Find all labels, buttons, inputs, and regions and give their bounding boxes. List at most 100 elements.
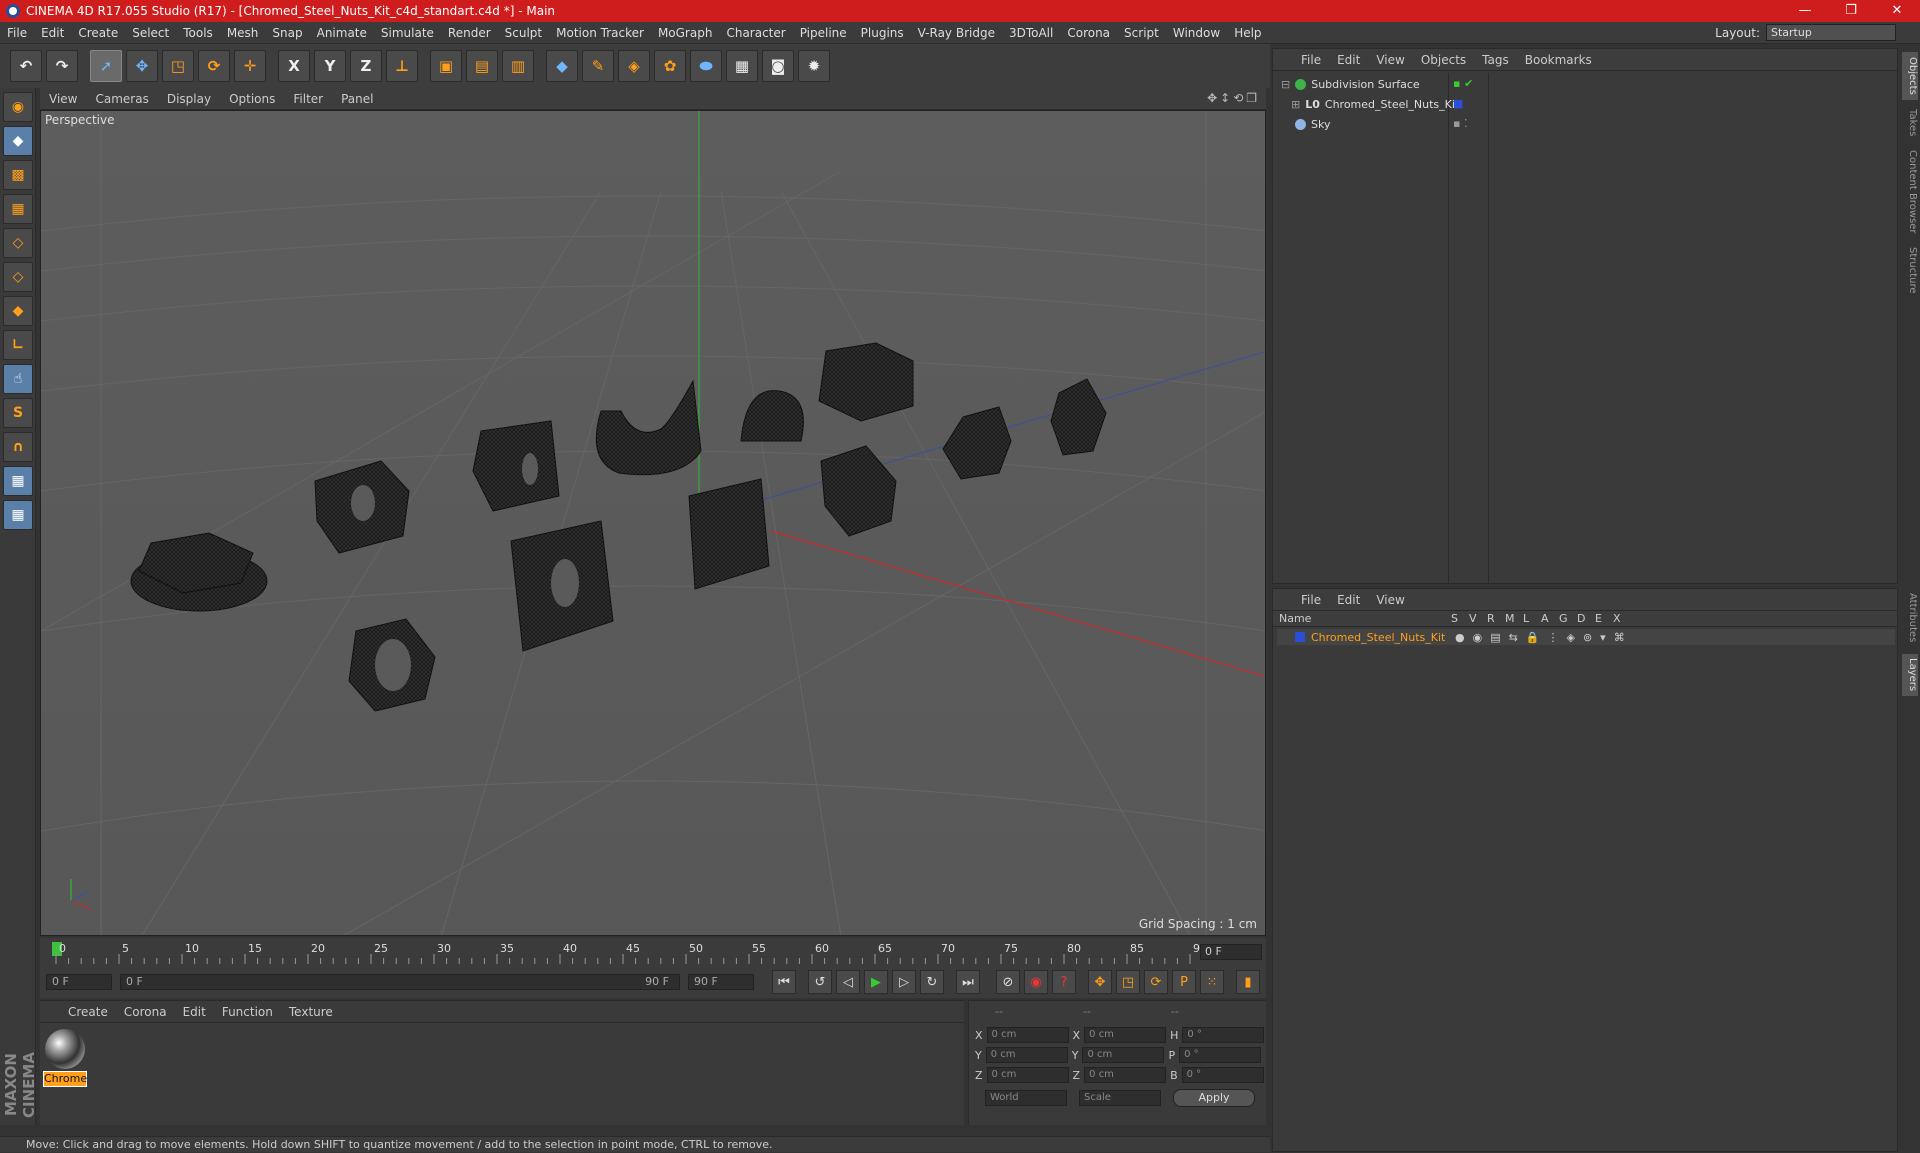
layers-menu-view[interactable]: View <box>1368 593 1412 607</box>
select-tool-button[interactable]: ➚ <box>90 50 122 82</box>
objects-menu-view[interactable]: View <box>1368 53 1412 67</box>
size-z-field[interactable]: 0 cm <box>1084 1067 1167 1083</box>
tab-attributes[interactable]: Attributes <box>1902 588 1918 648</box>
previous-frame-icon[interactable]: ◁ <box>836 970 860 994</box>
points-mode-icon[interactable]: ◇ <box>3 228 33 258</box>
light-icon[interactable]: ✹ <box>798 50 830 82</box>
edges-mode-icon[interactable]: ◇ <box>3 262 33 292</box>
go-to-end-icon[interactable]: ⏭ <box>956 970 980 994</box>
tab-objects[interactable]: Objects <box>1902 52 1918 100</box>
timeline-ruler[interactable]: 0 5 10 15 20 25 30 35 40 45 50 55 60 65 70 75 80 85 90 0 F <box>40 938 1266 966</box>
y-axis-button[interactable]: Y <box>314 50 346 82</box>
material-menu-function[interactable]: Function <box>214 1005 281 1019</box>
menu-mograph[interactable]: MoGraph <box>651 26 720 40</box>
menu-window[interactable]: Window <box>1166 26 1227 40</box>
key-pla-icon[interactable]: ⁙ <box>1200 970 1224 994</box>
tab-content-browser[interactable]: Content Browser <box>1902 146 1918 238</box>
viewport-navigation-icons[interactable]: ✥↕⟲❐ <box>1207 91 1260 105</box>
close-button[interactable]: ✕ <box>1874 0 1920 22</box>
rotation-b-field[interactable]: 0 ° <box>1181 1067 1264 1083</box>
layer-color-swatch[interactable] <box>1295 632 1305 642</box>
viewport-menu-options[interactable]: Options <box>220 92 284 106</box>
menu-vray-bridge[interactable]: V-Ray Bridge <box>911 26 1002 40</box>
size-x-field[interactable]: 0 cm <box>1084 1027 1167 1043</box>
snap-magnet-icon[interactable]: ∩ <box>3 432 33 462</box>
tweak-mode-icon[interactable]: ☝ <box>3 364 33 394</box>
rotation-h-field[interactable]: 0 ° <box>1182 1027 1265 1043</box>
layers-menu-file[interactable]: File <box>1293 593 1329 607</box>
menu-help[interactable]: Help <box>1227 26 1268 40</box>
apply-button[interactable]: Apply <box>1173 1089 1255 1107</box>
viewport-menu-display[interactable]: Display <box>158 92 220 106</box>
key-scale-icon[interactable]: ◳ <box>1116 970 1140 994</box>
pen-spline-icon[interactable]: ✎ <box>582 50 614 82</box>
solo-icon[interactable]: S <box>3 398 33 428</box>
material-menu-create[interactable]: Create <box>60 1005 116 1019</box>
z-axis-button[interactable]: Z <box>350 50 382 82</box>
undo-button[interactable]: ↶ <box>10 50 42 82</box>
key-parameter-icon[interactable]: P <box>1172 970 1196 994</box>
size-y-field[interactable]: 0 cm <box>1082 1047 1165 1063</box>
camera-icon[interactable]: ◙ <box>762 50 794 82</box>
render-view-icon[interactable]: ▣ <box>430 50 462 82</box>
position-z-field[interactable]: 0 cm <box>986 1067 1069 1083</box>
timeline-window-icon[interactable]: ▮ <box>1236 970 1260 994</box>
minimize-button[interactable]: — <box>1782 0 1828 22</box>
end-frame-field[interactable]: 90 F <box>688 974 754 990</box>
rotation-p-field[interactable]: 0 ° <box>1179 1047 1262 1063</box>
layer-row[interactable]: Chromed_Steel_Nuts_Kit ●◉▤⇆🔒⋮◈⊚▾⌘ <box>1277 629 1895 645</box>
render-settings-icon[interactable]: ▥ <box>502 50 534 82</box>
lock-workplane-icon[interactable]: ▦ <box>3 466 33 496</box>
start-frame-field[interactable]: 0 F <box>46 974 112 990</box>
move-tool-button[interactable]: ✥ <box>126 50 158 82</box>
tab-takes[interactable]: Takes <box>1902 106 1918 140</box>
model-mode-icon[interactable]: ◆ <box>3 126 33 156</box>
go-to-start-icon[interactable]: ⏮ <box>772 970 796 994</box>
coordinate-system-button[interactable]: ⊥ <box>386 50 418 82</box>
material-menu-edit[interactable]: Edit <box>175 1005 214 1019</box>
menu-3dtoall[interactable]: 3DToAll <box>1002 26 1060 40</box>
tab-layers[interactable]: Layers <box>1902 654 1918 696</box>
menu-motion-tracker[interactable]: Motion Tracker <box>549 26 651 40</box>
objects-menu-edit[interactable]: Edit <box>1329 53 1368 67</box>
scale-mode-select[interactable]: Scale <box>1079 1090 1161 1106</box>
cube-icon[interactable]: ◆ <box>546 50 578 82</box>
frame-range-slider[interactable]: 0 F 90 F <box>120 974 680 990</box>
deformer-icon[interactable]: ⬬ <box>690 50 722 82</box>
objects-menu-objects[interactable]: Objects <box>1413 53 1474 67</box>
menu-character[interactable]: Character <box>719 26 792 40</box>
menu-select[interactable]: Select <box>125 26 176 40</box>
objects-menu-tags[interactable]: Tags <box>1474 53 1517 67</box>
maximize-button[interactable]: ❐ <box>1828 0 1874 22</box>
viewport-menu-filter[interactable]: Filter <box>284 92 332 106</box>
key-position-icon[interactable]: ✥ <box>1088 970 1112 994</box>
motion-record-icon[interactable]: ⊘ <box>996 970 1020 994</box>
cloner-icon[interactable]: ✿ <box>654 50 686 82</box>
coordinate-mode-select[interactable]: World <box>985 1090 1067 1106</box>
menu-script[interactable]: Script <box>1117 26 1166 40</box>
objects-menu-file[interactable]: File <box>1293 53 1329 67</box>
floor-icon[interactable]: ▦ <box>726 50 758 82</box>
key-rotation-icon[interactable]: ⟳ <box>1144 970 1168 994</box>
menu-mesh[interactable]: Mesh <box>220 26 266 40</box>
subdivision-icon[interactable]: ◈ <box>618 50 650 82</box>
menu-render[interactable]: Render <box>441 26 498 40</box>
x-axis-button[interactable]: X <box>278 50 310 82</box>
previous-key-icon[interactable]: ↺ <box>808 970 832 994</box>
auto-key-icon[interactable]: ? <box>1052 970 1076 994</box>
menu-pipeline[interactable]: Pipeline <box>793 26 854 40</box>
material-chrome[interactable]: Chrome <box>43 1027 87 1087</box>
next-frame-icon[interactable]: ▷ <box>892 970 916 994</box>
play-icon[interactable]: ▶ <box>864 970 888 994</box>
viewport-menu-cameras[interactable]: Cameras <box>86 92 157 106</box>
position-y-field[interactable]: 0 cm <box>985 1047 1068 1063</box>
next-key-icon[interactable]: ↻ <box>920 970 944 994</box>
objects-menu-bookmarks[interactable]: Bookmarks <box>1517 53 1600 67</box>
tab-structure[interactable]: Structure <box>1902 244 1918 296</box>
menu-corona[interactable]: Corona <box>1060 26 1117 40</box>
viewport-menu-panel[interactable]: Panel <box>332 92 382 106</box>
menu-simulate[interactable]: Simulate <box>374 26 441 40</box>
transform-tool-button[interactable]: ✛ <box>234 50 266 82</box>
menu-animate[interactable]: Animate <box>310 26 374 40</box>
record-keys-icon[interactable]: ◉ <box>1024 970 1048 994</box>
